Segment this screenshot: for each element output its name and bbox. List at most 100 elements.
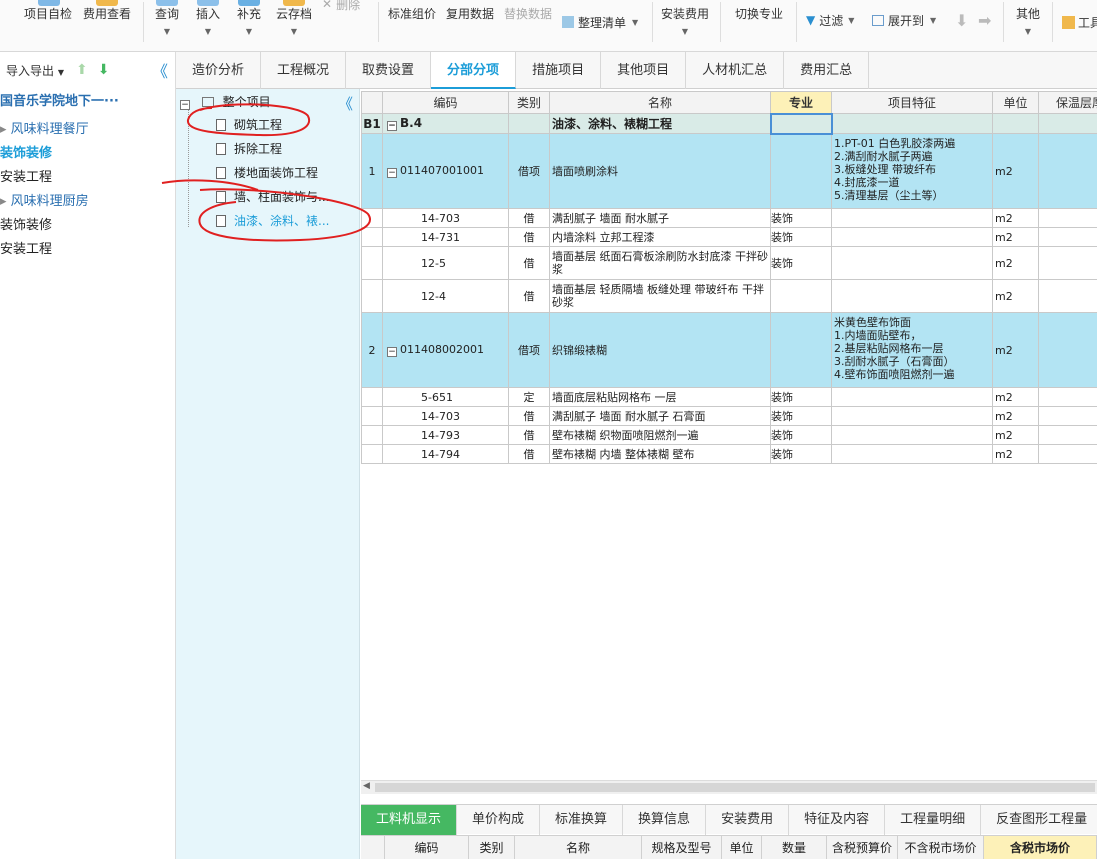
table-row-quota[interactable]: 14-703 借 满刮腻子 墙面 耐水腻子 石膏面 装饰 m2 xyxy=(361,406,1097,426)
feature-cell[interactable]: 1.PT-01 白色乳胶漆两遍 2.满刮耐水腻子两遍 3.板缝处理 带玻纤布 4… xyxy=(831,133,993,209)
tab-features-content[interactable]: 特征及内容 xyxy=(789,805,886,835)
query-button[interactable]: 查询 ▼ xyxy=(150,0,184,50)
col-header-no xyxy=(361,91,383,114)
toolbar-divider xyxy=(1052,2,1053,42)
col-header-market-price-tax[interactable]: 含税市场价 xyxy=(984,836,1097,859)
feature-cell[interactable]: 米黄色壁布饰面 1.内墙面贴壁布， 2.基层粘贴网格布一层 3.刮耐水腻子（石膏… xyxy=(831,312,993,388)
move-right-button[interactable]: ➡ xyxy=(978,10,991,30)
tab-reverse-graphic[interactable]: 反查图形工程量 xyxy=(981,805,1097,835)
collapse-toggle-icon[interactable]: − xyxy=(387,347,397,357)
document-icon xyxy=(216,167,226,179)
col-header-code[interactable]: 编码 xyxy=(382,91,509,114)
col-header-feature[interactable]: 项目特征 xyxy=(831,91,993,114)
project-check-button[interactable]: 项目自检 xyxy=(22,0,74,50)
col-header-unit[interactable]: 单位 xyxy=(992,91,1039,114)
arrow-down-icon[interactable]: ⬇ xyxy=(98,62,110,78)
project-unit-selected[interactable]: 装饰装修 xyxy=(0,144,52,164)
tab-quantity-detail[interactable]: 工程量明细 xyxy=(885,805,982,835)
collapse-toggle-icon[interactable]: − xyxy=(387,121,397,131)
col-header-code[interactable]: 编码 xyxy=(385,836,469,859)
folder-icon xyxy=(201,97,214,107)
toolbar-divider xyxy=(652,2,653,42)
tab-sub-items[interactable]: 分部分项 xyxy=(431,52,517,89)
tab-install-fee[interactable]: 安装费用 xyxy=(706,805,790,835)
tab-labor-material-display[interactable]: 工料机显示 xyxy=(361,805,458,835)
fee-view-button[interactable]: 费用查看 xyxy=(80,0,134,50)
major-cell-selected[interactable] xyxy=(769,112,833,135)
table-row-quota[interactable]: 12-5 借 墙面基层 纸面石膏板涂刷防水封底漆 干拌砂浆 装饰 m2 xyxy=(361,246,1097,280)
table-row-quota[interactable]: 12-4 借 墙面基层 轻质隔墙 板缝处理 带玻纤布 干拌砂浆 m2 xyxy=(361,279,1097,313)
delete-button[interactable]: ✕ 删除 xyxy=(322,0,360,14)
table-row-quota[interactable]: 14-793 借 壁布裱糊 织物面喷阻燃剂一遍 装饰 m2 xyxy=(361,425,1097,445)
collapse-toggle-icon[interactable]: − xyxy=(180,100,190,110)
project-unit[interactable]: 安装工程 xyxy=(0,168,52,188)
project-root[interactable]: 国音乐学院地下一··· xyxy=(0,92,119,112)
standard-group-button[interactable]: 标准组价 xyxy=(386,0,438,50)
project-unit[interactable]: 装饰装修 xyxy=(0,216,52,236)
col-header-insulation[interactable]: 保温层厚 xyxy=(1038,91,1097,114)
tree-item-masonry[interactable]: 砌筑工程 xyxy=(216,114,282,136)
install-fee-button[interactable]: 安装费用 ▼ xyxy=(658,0,712,50)
main-tabs: 造价分析 工程概况 取费设置 分部分项 措施项目 其他项目 人材机汇总 费用汇总 xyxy=(176,52,1097,89)
tree-item-floor-decoration[interactable]: 楼地面装饰工程 xyxy=(216,162,318,184)
import-export-menu[interactable]: 导入导出 ▼ xyxy=(6,62,64,79)
tab-project-overview[interactable]: 工程概况 xyxy=(261,52,347,89)
tree-item-paint-coating[interactable]: 油漆、涂料、裱... xyxy=(216,210,329,232)
table-row-item[interactable]: 2 −011408002001 借项 织锦缎裱糊 米黄色壁布饰面 1.内墙面贴壁… xyxy=(361,312,1097,388)
organize-list-button[interactable]: 整理清单 ▼ xyxy=(562,12,638,32)
tab-other-items[interactable]: 其他项目 xyxy=(601,52,687,89)
scroll-left-icon[interactable]: ◀ xyxy=(363,781,370,791)
arrow-up-icon[interactable]: ⬆ xyxy=(76,62,88,78)
tree-connector xyxy=(188,109,189,227)
project-unit[interactable]: ▸ 风味料理厨房 xyxy=(0,192,89,212)
table-row-quota[interactable]: 14-731 借 内墙涂料 立邦工程漆 装饰 m2 xyxy=(361,227,1097,247)
tree-item-demolition[interactable]: 拆除工程 xyxy=(216,138,282,160)
cloud-save-button[interactable]: 云存档 ▼ xyxy=(273,0,315,50)
move-down-button[interactable]: ⬇ xyxy=(955,10,968,30)
tab-conversion-info[interactable]: 换算信息 xyxy=(623,805,707,835)
replace-data-button[interactable]: 替换数据 xyxy=(502,0,554,50)
col-header-name[interactable]: 名称 xyxy=(549,91,771,114)
tab-unit-price[interactable]: 单价构成 xyxy=(457,805,541,835)
col-header-type[interactable]: 类别 xyxy=(469,836,515,859)
project-unit[interactable]: 安装工程 xyxy=(0,240,52,260)
table-row-quota[interactable]: 14-703 借 满刮腻子 墙面 耐水腻子 装饰 m2 xyxy=(361,208,1097,228)
col-header-type[interactable]: 类别 xyxy=(508,91,550,114)
col-header-unit[interactable]: 单位 xyxy=(722,836,762,859)
table-row-item[interactable]: 1 −011407001001 借项 墙面喷刷涂料 1.PT-01 白色乳胶漆两… xyxy=(361,133,1097,209)
project-unit[interactable]: ▸ 风味料理餐厅 xyxy=(0,120,89,140)
chevron-down-icon: ▼ xyxy=(930,15,937,25)
tools-button[interactable]: 工具 xyxy=(1062,12,1097,32)
tab-standard-conversion[interactable]: 标准换算 xyxy=(540,805,624,835)
switch-major-button[interactable]: 切换专业 xyxy=(730,0,788,50)
col-header-name[interactable]: 名称 xyxy=(515,836,642,859)
expand-to-button[interactable]: 展开到 ▼ xyxy=(872,10,936,30)
tab-cost-analysis[interactable]: 造价分析 xyxy=(176,52,262,89)
insert-button[interactable]: 插入 ▼ xyxy=(192,0,224,50)
table-row-quota[interactable]: 14-794 借 壁布裱糊 内墙 整体裱糊 壁布 装饰 m2 xyxy=(361,444,1097,464)
reuse-data-button[interactable]: 复用数据 xyxy=(444,0,496,50)
other-button[interactable]: 其他 ▼ xyxy=(1010,0,1046,50)
table-row-quota[interactable]: 5-651 定 墙面底层粘贴网格布 一层 装饰 m2 xyxy=(361,387,1097,407)
horizontal-scrollbar[interactable]: ◀ xyxy=(361,780,1097,794)
collapse-icon[interactable]: 《 xyxy=(338,93,353,114)
supplement-button[interactable]: 补充 ▼ xyxy=(233,0,265,50)
chevron-down-icon: ▼ xyxy=(204,27,212,36)
collapse-icon[interactable]: 《 xyxy=(152,58,168,82)
tab-measures[interactable]: 措施项目 xyxy=(516,52,602,89)
col-header-spec[interactable]: 规格及型号 xyxy=(642,836,722,859)
col-header-major[interactable]: 专业 xyxy=(770,91,832,114)
tree-item-wall-column[interactable]: 墙、柱面装饰与... xyxy=(216,186,329,208)
scrollbar-thumb[interactable] xyxy=(375,783,1095,792)
col-header-tax-budget-price[interactable]: 含税预算价 xyxy=(827,836,898,859)
filter-button[interactable]: ▼ 过滤 ▼ xyxy=(806,10,854,30)
tab-labor-material[interactable]: 人材机汇总 xyxy=(686,52,785,89)
tab-fee-settings[interactable]: 取费设置 xyxy=(346,52,432,89)
col-header-quantity[interactable]: 数量 xyxy=(762,836,827,859)
tree-root[interactable]: − 整个项目 xyxy=(180,91,271,113)
collapse-toggle-icon[interactable]: − xyxy=(387,168,397,178)
col-header-market-price-no-tax[interactable]: 不含税市场价 xyxy=(898,836,984,859)
left-header: 导入导出 ▼ ⬆ ⬇ 《 xyxy=(0,52,175,88)
tab-fee-summary[interactable]: 费用汇总 xyxy=(784,52,870,89)
table-row-section[interactable]: B1 − B.4 油漆、涂料、裱糊工程 xyxy=(361,112,1097,135)
